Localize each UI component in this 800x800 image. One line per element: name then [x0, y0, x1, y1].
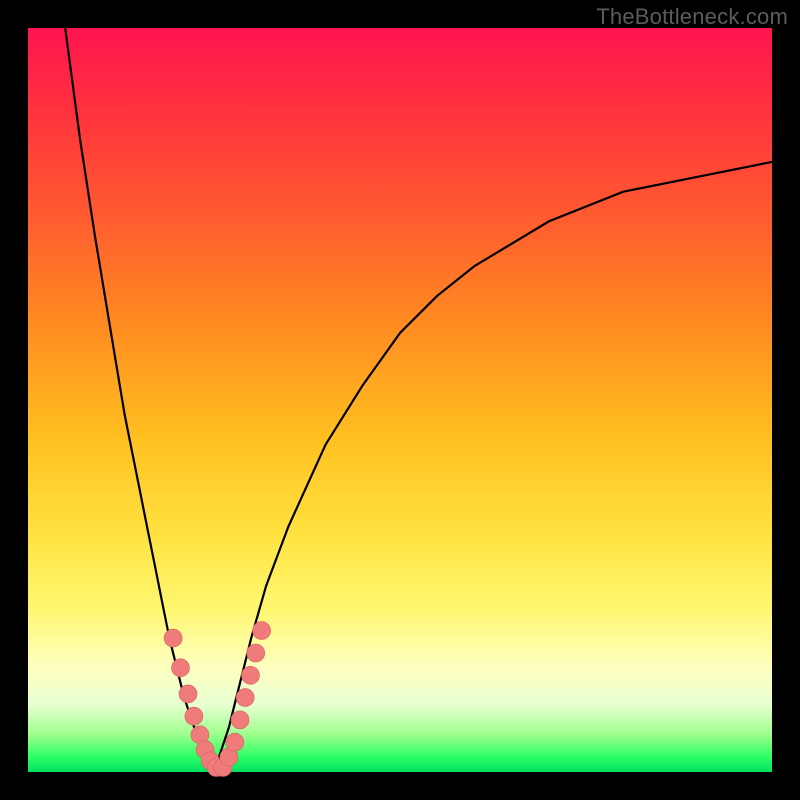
sample-dot [242, 666, 260, 684]
sample-dot [236, 689, 254, 707]
sample-dot [247, 644, 265, 662]
sample-dot [231, 711, 249, 729]
watermark-text: TheBottleneck.com [596, 4, 788, 30]
sample-dot [253, 622, 271, 640]
sample-dot [164, 629, 182, 647]
sample-dot [179, 685, 197, 703]
sample-dot [185, 707, 203, 725]
chart-frame: TheBottleneck.com [0, 0, 800, 800]
plot-area [28, 28, 772, 772]
sample-dots-group [164, 622, 271, 777]
curve-layer [28, 28, 772, 772]
left-curve-path [65, 28, 214, 772]
sample-dot [172, 659, 190, 677]
sample-dot [226, 733, 244, 751]
right-curve-path [214, 162, 772, 772]
